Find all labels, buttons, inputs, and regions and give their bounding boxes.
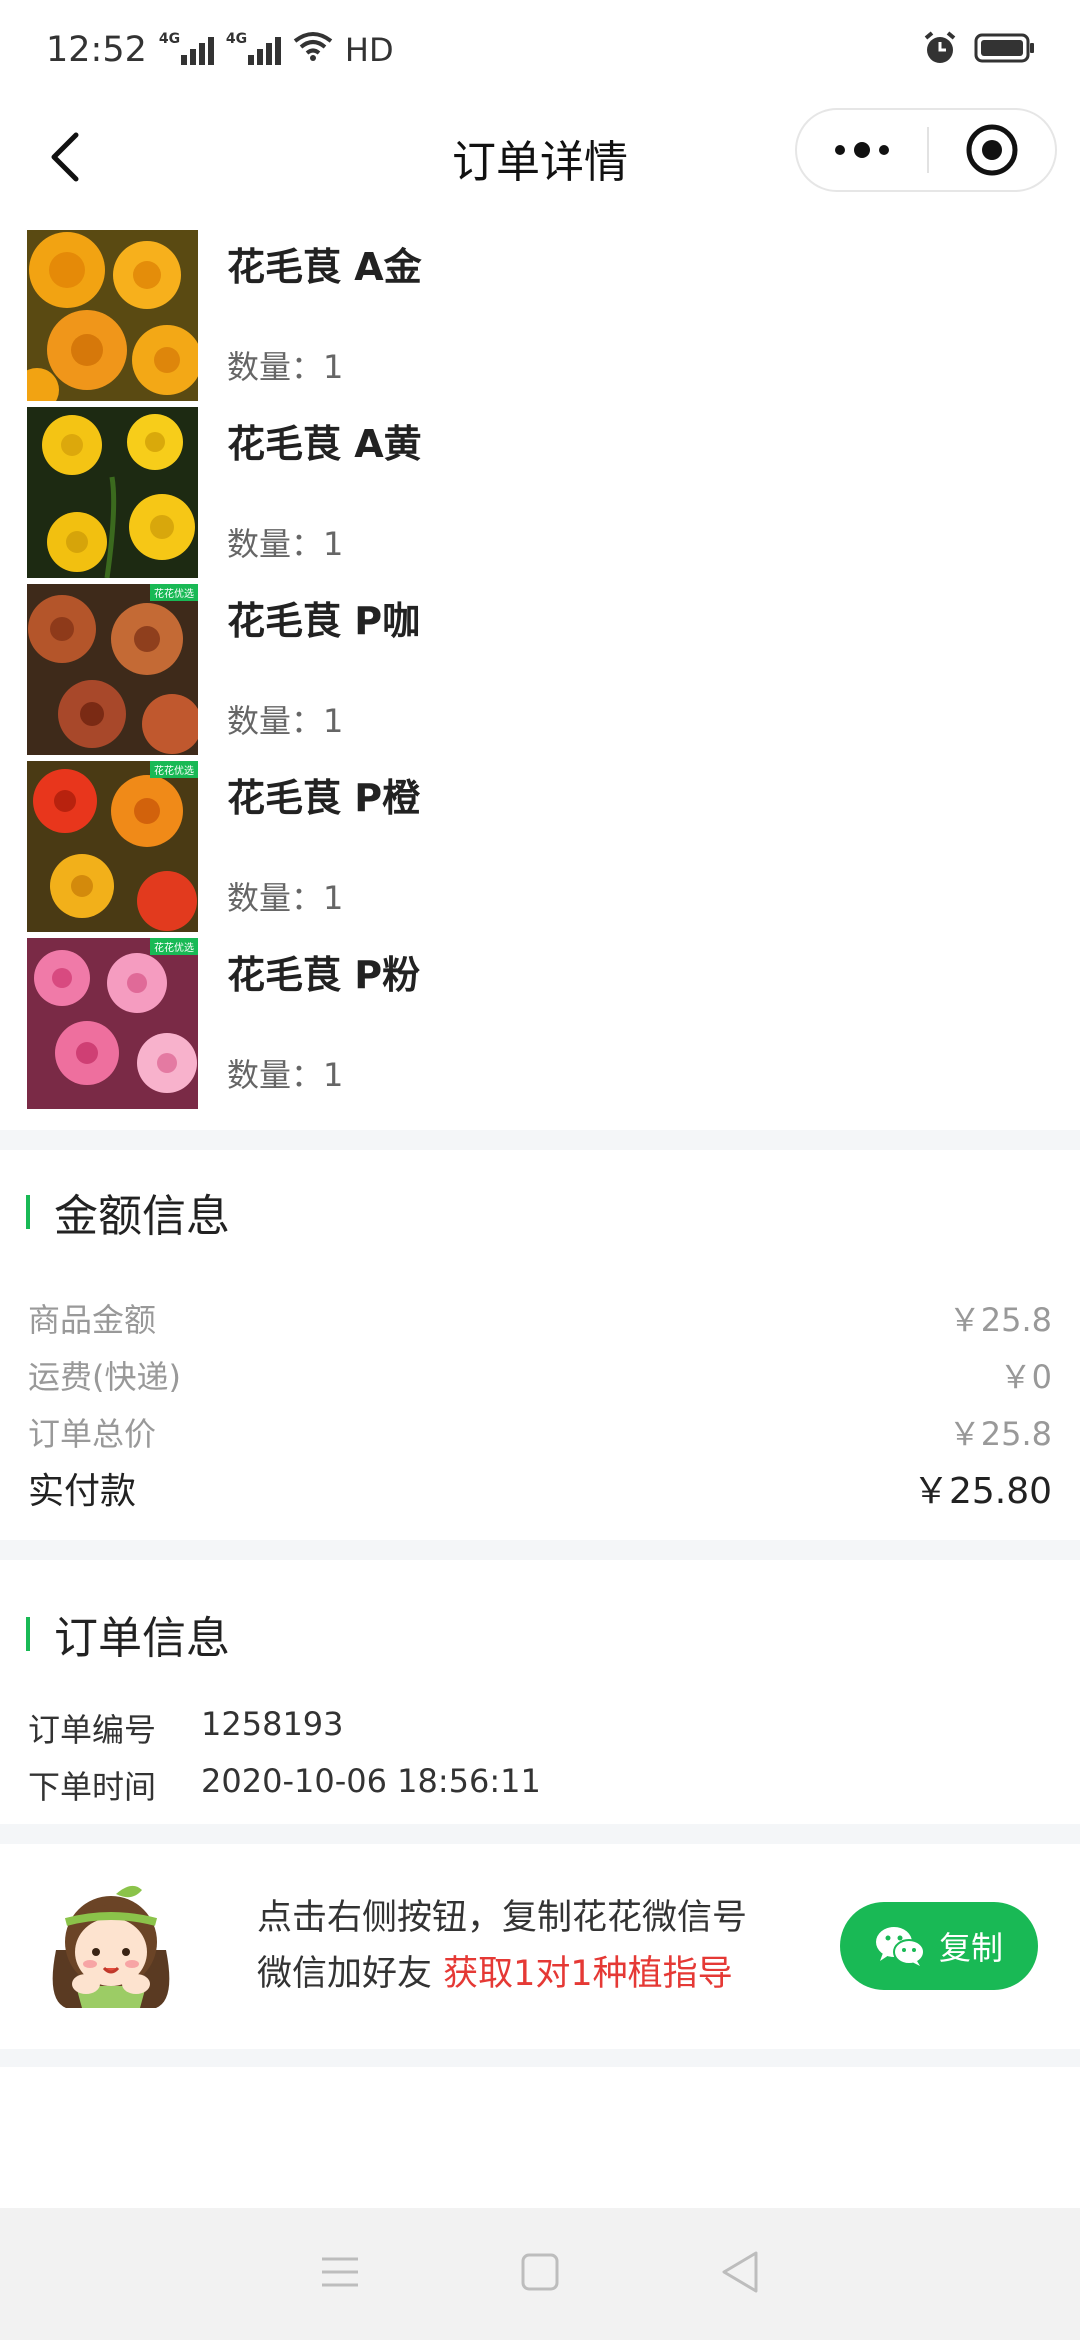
- product-name: 花毛茛 A黄: [227, 422, 422, 466]
- amount-value: ￥0: [999, 1358, 1052, 1396]
- signal-icon-sim1: 4G: [159, 31, 214, 65]
- section-divider: [0, 1540, 1080, 1560]
- order-number-value: 1258193: [201, 1705, 344, 1743]
- quantity-label: 数量：: [227, 702, 324, 740]
- product-item[interactable]: 花花优选 花毛茛 P橙 数量：1: [0, 761, 1080, 938]
- section-title-text: 金额信息: [54, 1191, 230, 1242]
- section-divider: [0, 2049, 1080, 2067]
- section-title-text: 订单信息: [54, 1613, 230, 1664]
- mascot-girl-illustration: [36, 1880, 186, 2010]
- back-nav-button[interactable]: [720, 2250, 760, 2298]
- product-thumbnail: [27, 407, 198, 578]
- product-thumbnail: 花花优选: [27, 761, 198, 932]
- quantity-label: 数量：: [227, 348, 324, 386]
- menu-icon: [322, 2257, 358, 2287]
- network-type-label: 4G: [225, 31, 248, 47]
- amount-value: ￥25.8: [948, 1301, 1052, 1339]
- promo-line-1: 点击右侧按钮，复制花花微信号: [257, 1898, 748, 1938]
- order-number-row: 订单编号 1258193: [28, 1705, 344, 1751]
- product-item[interactable]: 花花优选 花毛茛 P粉 数量：1: [0, 938, 1080, 1115]
- promo-text: 点击右侧按钮，复制花花微信号 微信加好友 获取1对1种植指导: [257, 1890, 747, 2002]
- section-divider: [0, 1130, 1080, 1150]
- menu-nav-button[interactable]: [320, 2255, 360, 2293]
- signal-icon-sim2: 4G: [226, 31, 281, 65]
- wechat-icon: [875, 1927, 925, 1966]
- home-nav-button[interactable]: [520, 2252, 560, 2296]
- order-section-title: 订单信息: [26, 1602, 230, 1666]
- quantity-value: 1: [323, 879, 344, 917]
- order-time-row: 下单时间 2020-10-06 18:56:11: [28, 1762, 541, 1808]
- product-quantity: 数量：1: [227, 1050, 343, 1096]
- product-quantity: 数量：1: [227, 342, 343, 388]
- promo-line-2-prefix: 微信加好友: [257, 1954, 444, 1994]
- mini-program-capsule: [795, 108, 1057, 192]
- status-right: [922, 30, 1036, 70]
- network-type-label: 4G: [158, 31, 181, 47]
- quantity-value: 1: [323, 525, 344, 563]
- close-mini-program-button[interactable]: [929, 110, 1055, 190]
- quantity-value: 1: [323, 1056, 344, 1094]
- amount-row: 商品金额 ￥25.8: [28, 1295, 1052, 1341]
- amount-section-title: 金额信息: [26, 1180, 230, 1244]
- amount-row: 订单总价 ￥25.8: [28, 1409, 1052, 1455]
- title-bar: 订单详情: [0, 100, 1080, 210]
- battery-icon: [974, 32, 1036, 68]
- quantity-label: 数量：: [227, 525, 324, 563]
- copy-wechat-button[interactable]: 复制: [840, 1902, 1038, 1990]
- order-time-value: 2020-10-06 18:56:11: [201, 1762, 541, 1800]
- system-navigation-bar: [0, 2208, 1080, 2340]
- wechat-promo-banner: 点击右侧按钮，复制花花微信号 微信加好友 获取1对1种植指导 复制: [0, 1846, 1080, 2049]
- product-thumbnail: 花花优选: [27, 938, 198, 1109]
- product-list: 花毛茛 A金 数量：1 花毛茛 A黄 数量：1 花花优选 花毛茛 P咖 数量：1…: [0, 230, 1080, 1115]
- hd-indicator: HD: [344, 31, 394, 69]
- thumbnail-tag: 花花优选: [150, 761, 198, 778]
- thumbnail-tag: 花花优选: [150, 938, 198, 955]
- copy-button-label: 复制: [938, 1929, 1003, 1967]
- product-quantity: 数量：1: [227, 696, 343, 742]
- product-item[interactable]: 花毛茛 A金 数量：1: [0, 230, 1080, 407]
- product-item[interactable]: 花毛茛 A黄 数量：1: [0, 407, 1080, 584]
- quantity-value: 1: [323, 348, 344, 386]
- section-divider: [0, 1824, 1080, 1844]
- paid-value: ￥25.80: [912, 1471, 1052, 1512]
- status-bar: 12:52 4G 4G HD: [0, 0, 1080, 100]
- back-triangle-icon: [722, 2251, 758, 2293]
- product-quantity: 数量：1: [227, 873, 343, 919]
- amount-label: 运费(快递): [28, 1358, 181, 1396]
- paid-label: 实付款: [28, 1471, 137, 1512]
- quantity-label: 数量：: [227, 1056, 324, 1094]
- quantity-value: 1: [323, 702, 344, 740]
- amount-value: ￥25.8: [948, 1415, 1052, 1453]
- product-name: 花毛茛 P粉: [227, 953, 421, 997]
- amount-row: 运费(快递) ￥0: [28, 1352, 1052, 1398]
- promo-highlight-text: 获取1对1种植指导: [443, 1954, 733, 1994]
- thumbnail-tag: 花花优选: [150, 584, 198, 601]
- paid-amount-row: 实付款 ￥25.80: [28, 1462, 1052, 1514]
- section-accent-bar: [26, 1617, 30, 1651]
- home-square-icon: [521, 2253, 559, 2291]
- product-name: 花毛茛 P咖: [227, 599, 421, 643]
- more-dots-icon: [835, 142, 889, 158]
- order-number-label: 订单编号: [28, 1711, 157, 1749]
- product-name: 花毛茛 A金: [227, 245, 422, 289]
- alarm-icon: [922, 30, 958, 70]
- amount-label: 商品金额: [28, 1301, 157, 1339]
- product-thumbnail: [27, 230, 198, 401]
- status-time: 12:52: [46, 30, 147, 70]
- amount-label: 订单总价: [28, 1415, 157, 1453]
- section-accent-bar: [26, 1195, 30, 1229]
- quantity-label: 数量：: [227, 879, 324, 917]
- promo-line-2: 微信加好友 获取1对1种植指导: [257, 1946, 747, 2002]
- product-thumbnail: 花花优选: [27, 584, 198, 755]
- product-item[interactable]: 花花优选 花毛茛 P咖 数量：1: [0, 584, 1080, 761]
- target-close-icon: [966, 124, 1018, 176]
- wifi-icon: [293, 30, 333, 70]
- product-name: 花毛茛 P橙: [227, 776, 421, 820]
- status-left: 12:52 4G 4G HD: [46, 30, 394, 70]
- more-button[interactable]: [797, 110, 927, 190]
- order-time-label: 下单时间: [28, 1768, 157, 1806]
- product-quantity: 数量：1: [227, 519, 343, 565]
